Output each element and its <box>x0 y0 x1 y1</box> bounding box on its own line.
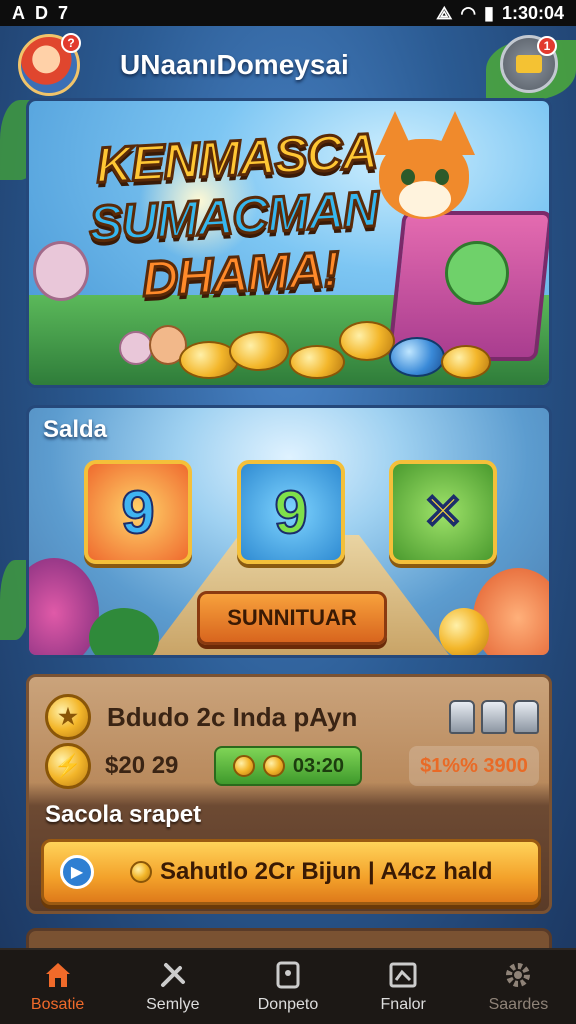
promo-banner[interactable]: KENMASCA SUMACMAN DHAMA! <box>26 98 552 388</box>
fox-character <box>369 111 489 241</box>
tools-icon <box>158 960 188 990</box>
mail-badge: 1 <box>537 36 557 56</box>
status-time: 1:30:04 <box>501 2 564 23</box>
timer-pill[interactable]: 03:20 <box>214 746 363 786</box>
coin-pile <box>179 321 499 381</box>
mail-icon <box>516 55 542 73</box>
nav-item-settings[interactable]: Saardes <box>461 950 576 1024</box>
app-title: UNaanıDomeysai <box>120 49 349 80</box>
tile-glyph: 9 <box>273 478 308 547</box>
balance-row: ⚡ $20 29 03:20 $1%% 3900 <box>45 739 539 793</box>
nav-item-frame[interactable]: Fnalor <box>346 950 461 1024</box>
game-selection-card: Salda 9 9 ✕ SUNNITUAR <box>26 405 552 658</box>
coin <box>339 321 395 361</box>
home-icon <box>43 960 73 990</box>
coin-icon <box>130 861 152 883</box>
claim-button[interactable]: ▶ Sahutlo 2Cr Bijun | A4cz hald <box>41 839 541 905</box>
game-tile[interactable]: 9 <box>237 460 345 564</box>
bush-decoration <box>89 608 159 655</box>
coin-icon <box>232 755 255 777</box>
coin <box>229 331 289 371</box>
coin-icon: ★ <box>45 694 91 740</box>
balance-amount: $20 29 <box>105 752 179 779</box>
bonus-row: ★ Bdudo 2c Inda pAyn <box>45 689 539 745</box>
section-label: Sacola srapet <box>45 801 202 828</box>
card-icon <box>273 960 303 990</box>
bonus-panel: ★ Bdudo 2c Inda pAyn ⚡ $20 29 03:20 $1%%… <box>26 674 552 914</box>
banner-headline: KENMASCA SUMACMAN DHAMA! <box>86 121 385 310</box>
nav-label: Semlye <box>146 996 200 1013</box>
tool-icon <box>449 700 475 734</box>
nav-label: Bosatie <box>30 996 85 1013</box>
frame-icon <box>388 960 418 990</box>
fox-eye <box>435 169 449 185</box>
status-glyph: A <box>12 2 25 23</box>
coin <box>439 608 489 655</box>
app-header: ? UNaanıDomeysai 1 <box>18 30 558 100</box>
status-bar: A D 7 ⟁ ◠ ▮ 1:30:04 <box>0 0 576 26</box>
coin-icon <box>262 755 285 777</box>
status-glyph: 7 <box>58 2 69 23</box>
coin-icon: ⚡ <box>45 743 91 789</box>
status-icons-left: A D 7 <box>12 3 68 24</box>
tile-glyph: ✕ <box>422 485 464 540</box>
status-glyph: D <box>35 2 48 23</box>
bonus-title: Bdudo 2c Inda pAyn <box>107 701 358 732</box>
gear-icon <box>503 960 533 990</box>
battery-icon: ▮ <box>484 2 494 23</box>
nav-item-card[interactable]: Donpeto <box>230 950 345 1024</box>
coin <box>441 345 491 379</box>
fox-muzzle <box>399 181 451 217</box>
reward-value: $1%% 3900 <box>409 746 539 786</box>
cat-character <box>33 241 89 301</box>
flower-decoration <box>29 558 99 655</box>
game-tile[interactable]: ✕ <box>389 460 497 564</box>
cat-character <box>119 331 153 365</box>
player-avatar[interactable]: ? <box>18 33 81 96</box>
nav-label: Donpeto <box>257 996 319 1013</box>
vibrate-icon: ⟁ <box>436 2 453 23</box>
play-button[interactable]: SUNNITUAR <box>197 591 387 645</box>
coin <box>389 337 445 377</box>
game-tile[interactable]: 9 <box>84 460 192 564</box>
nav-label: Fnalor <box>380 996 426 1013</box>
wifi-icon: ◠ <box>460 2 477 23</box>
fox-eye <box>401 169 415 185</box>
status-icons-right: ⟁ ◠ ▮ 1:30:04 <box>436 3 564 24</box>
nav-item-tools[interactable]: Semlye <box>115 950 230 1024</box>
nav-item-home[interactable]: Bosatie <box>0 950 115 1024</box>
play-icon: ▶ <box>60 855 94 889</box>
coin <box>289 345 345 379</box>
tool-icons <box>449 700 539 734</box>
section-label: Salda <box>43 416 108 443</box>
avatar-badge: ? <box>61 33 81 53</box>
tile-glyph: 9 <box>120 478 155 547</box>
mail-button[interactable]: 1 <box>500 35 558 93</box>
tool-icon <box>513 700 539 734</box>
timer-value: 03:20 <box>292 754 344 777</box>
bear-character <box>445 241 509 305</box>
tool-icon <box>481 700 507 734</box>
bottom-nav: Bosatie Semlye Donpeto Fnalor Saardes <box>0 948 576 1024</box>
nav-label: Saardes <box>488 996 549 1013</box>
claim-label: Sahutlo 2Cr Bijun | A4cz hald <box>160 858 493 885</box>
